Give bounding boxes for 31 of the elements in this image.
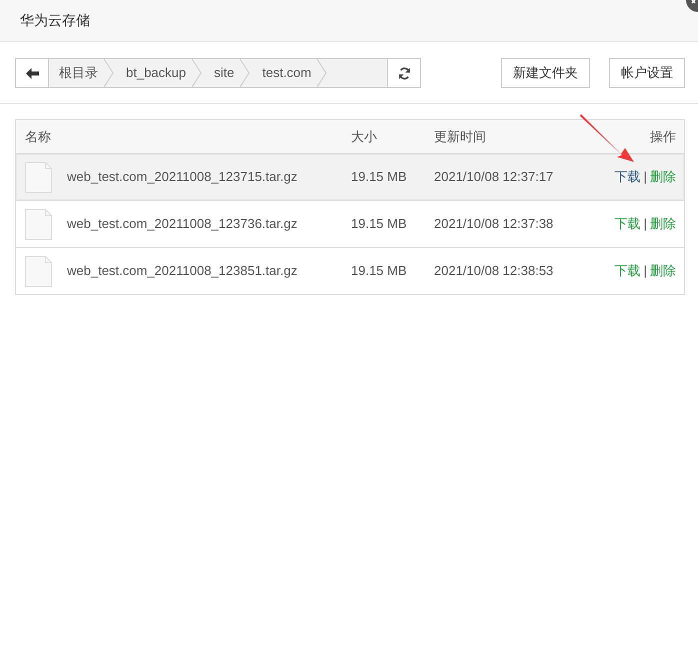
window-title: 华为云存储 [20, 11, 90, 30]
breadcrumb-item[interactable]: site [204, 59, 252, 87]
annotation-arrow [580, 114, 634, 162]
close-icon[interactable] [686, 0, 698, 12]
download-link[interactable]: 下载 [614, 169, 641, 184]
column-header: 大小 [351, 128, 377, 144]
column-header: 更新时间 [434, 128, 486, 144]
file-icon [25, 162, 52, 192]
separator: | [644, 216, 647, 232]
file-name: web_test.com_20211008_123715.tar.gz [67, 168, 298, 186]
file-size: 19.15 MB [351, 169, 407, 184]
file-size: 19.15 MB [351, 216, 407, 232]
toolbar-button[interactable]: 帐户设置 [609, 58, 685, 88]
file-size: 19.15 MB [351, 263, 407, 278]
update-time: 2021/10/08 12:37:38 [434, 216, 554, 232]
back-arrow-icon [26, 68, 38, 78]
column-header: 名称 [25, 128, 51, 146]
file-icon [25, 208, 52, 240]
breadcrumb-item[interactable]: bt_backup [116, 59, 204, 87]
refresh-icon [398, 66, 410, 80]
file-icon [25, 256, 52, 286]
breadcrumb-item[interactable]: test.com [252, 59, 330, 87]
update-time: 2021/10/08 12:38:53 [434, 263, 554, 278]
breadcrumb-item[interactable]: 根目录 [49, 59, 116, 87]
file-name: web_test.com_20211008_123851.tar.gz [67, 262, 298, 280]
file-name: web_test.com_20211008_123736.tar.gz [67, 215, 298, 234]
column-header: 操作 [650, 128, 676, 144]
separator: | [644, 169, 647, 184]
separator: | [644, 263, 647, 278]
update-time: 2021/10/08 12:37:17 [434, 169, 554, 184]
toolbar-button[interactable]: 新建文件夹 [501, 58, 590, 88]
